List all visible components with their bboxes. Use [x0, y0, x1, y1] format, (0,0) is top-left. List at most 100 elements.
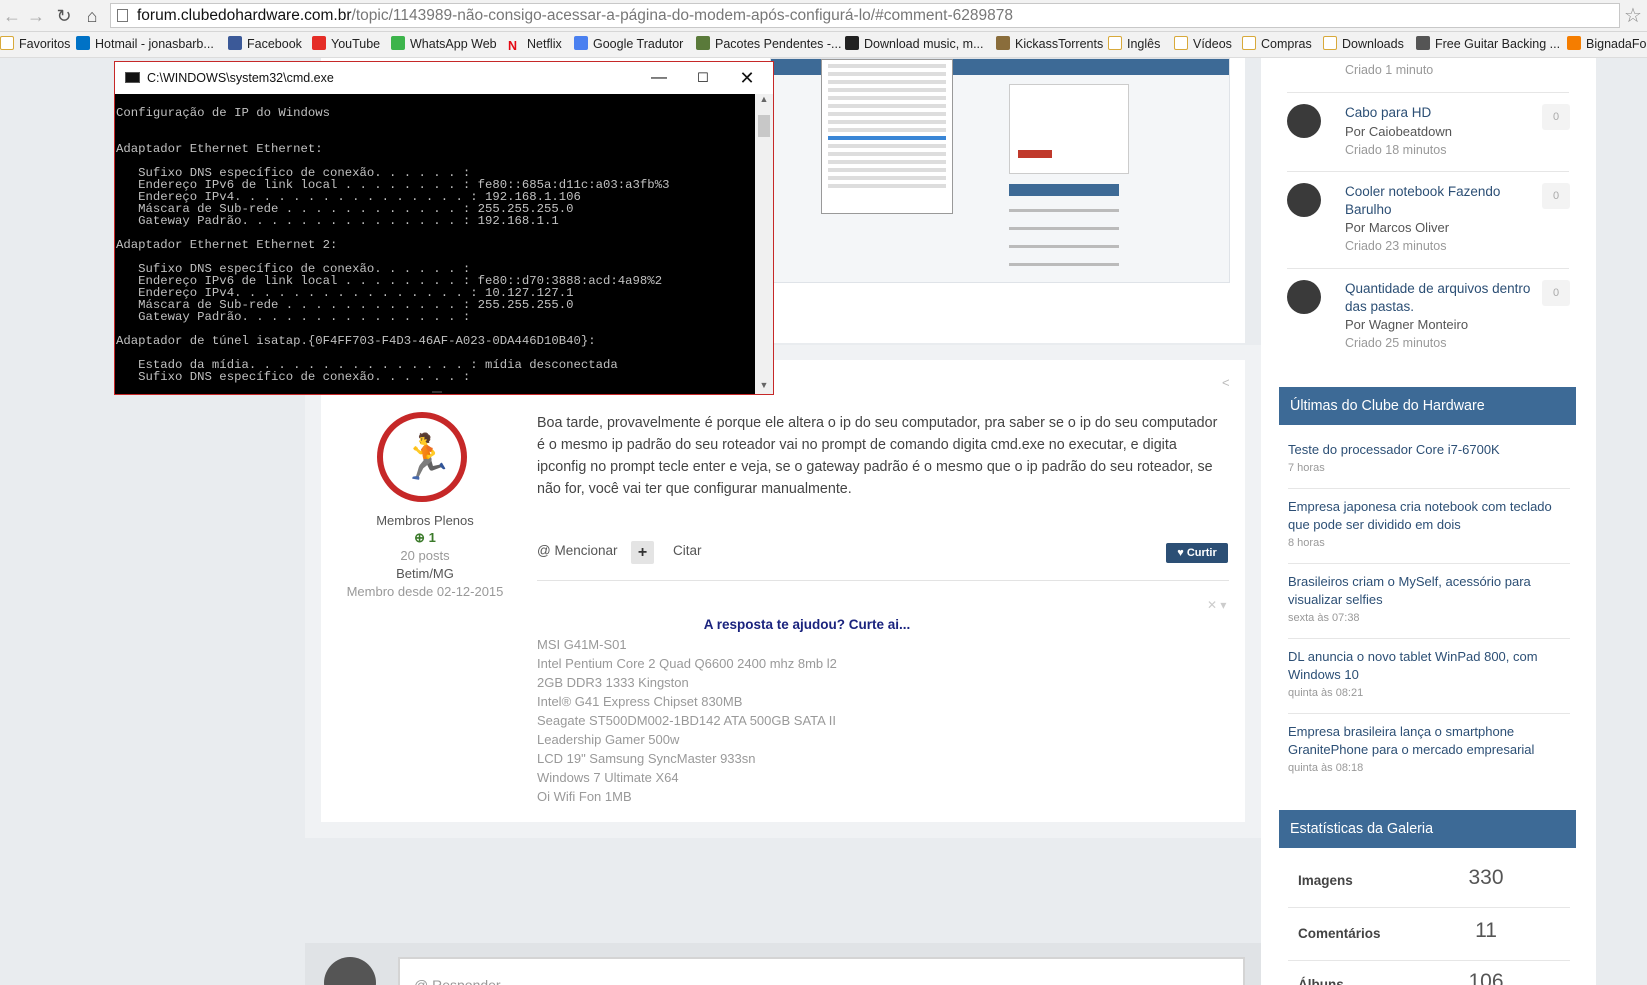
back-arrow-icon[interactable]: ←: [0, 4, 24, 28]
divider: [1288, 713, 1570, 714]
minimize-icon[interactable]: —: [637, 65, 681, 91]
news-title[interactable]: DL anuncia o novo tablet WinPad 800, com…: [1288, 648, 1558, 684]
news-time: quinta às 08:21: [1288, 687, 1364, 699]
bookmark-facebook[interactable]: Facebook: [228, 36, 302, 53]
cmd-app-icon: [125, 72, 140, 83]
console-line: Sufixo DNS específico de conexão. . . . …: [116, 370, 471, 384]
author-avatar[interactable]: 🏃: [377, 412, 467, 502]
bookmark-star-icon[interactable]: ☆: [1624, 3, 1642, 28]
scroll-up-arrow-icon[interactable]: ▲: [755, 94, 773, 104]
news-title[interactable]: Empresa japonesa cria notebook com tecla…: [1288, 498, 1558, 534]
divider: [1288, 960, 1570, 961]
running-man-icon: 🏃: [399, 433, 454, 482]
console-line: Gateway Padrão. . . . . . . . . . . . . …: [116, 310, 471, 324]
scroll-down-arrow-icon[interactable]: ▼: [755, 380, 773, 390]
topic-author: Por Marcos Oliver: [1345, 220, 1450, 235]
news-item[interactable]: Empresa brasileira lança o smartphone Gr…: [1288, 723, 1558, 774]
stats-box-heading: Estatísticas da Galeria: [1279, 810, 1576, 848]
reply-input[interactable]: @ Responder: [398, 957, 1245, 985]
news-time: quinta às 08:18: [1288, 762, 1364, 774]
bookmark-bignada[interactable]: BignadaFor: [1567, 36, 1647, 53]
bookmark-compras[interactable]: Compras: [1242, 36, 1312, 53]
kickass-icon: [996, 36, 1010, 50]
signature-line: Windows 7 Ultimate X64: [537, 770, 679, 785]
console-line: Gateway Padrão. . . . . . . . . . . . . …: [116, 214, 559, 228]
reload-icon[interactable]: ↻: [52, 4, 76, 28]
bookmark-kickass[interactable]: KickassTorrents: [996, 36, 1103, 53]
news-item[interactable]: Empresa japonesa cria notebook com tecla…: [1288, 498, 1558, 549]
address-bar[interactable]: forum.clubedohardware.com.br/topic/11439…: [110, 3, 1620, 28]
topic-title[interactable]: Quantidade de arquivos dentro das pastas…: [1345, 280, 1535, 316]
bookmark-favoritos[interactable]: Favoritos: [0, 36, 70, 53]
scrollbar-thumb[interactable]: [758, 115, 770, 137]
blogger-icon: [1567, 36, 1581, 50]
bookmark-label: Compras: [1261, 37, 1312, 51]
bookmark-youtube[interactable]: YouTube: [312, 36, 380, 53]
topic-title[interactable]: Cooler notebook Fazendo Barulho: [1345, 183, 1535, 219]
bookmark-label: Download music, m...: [864, 37, 984, 51]
console-line: Adaptador Ethernet Ethernet:: [116, 142, 323, 156]
bookmark-guitar[interactable]: Free Guitar Backing ...: [1416, 36, 1560, 53]
bookmark-label: Downloads: [1342, 37, 1404, 51]
news-title[interactable]: Empresa brasileira lança o smartphone Gr…: [1288, 723, 1558, 759]
forward-arrow-icon[interactable]: →: [24, 4, 48, 28]
browser-toolbar: ← → ↻ ⌂ forum.clubedohardware.com.br/top…: [0, 0, 1647, 32]
page-icon: [117, 9, 128, 22]
bookmark-google-tradutor[interactable]: Google Tradutor: [574, 36, 683, 53]
hide-signature-icon[interactable]: ✕ ▾: [1207, 598, 1226, 612]
bookmark-netflix[interactable]: N Netflix: [508, 36, 562, 53]
folder-icon: [1174, 36, 1188, 50]
news-item[interactable]: Teste do processador Core i7-6700K 7 hor…: [1288, 441, 1558, 474]
reputation-value: 1: [428, 530, 436, 545]
bookmark-downloads[interactable]: Downloads: [1323, 36, 1404, 53]
cmd-window[interactable]: C:\WINDOWS\system32\cmd.exe — ☐ ✕ Config…: [114, 61, 774, 395]
bookmark-label: Hotmail - jonasbarb...: [95, 37, 214, 51]
bookmark-whatsapp[interactable]: WhatsApp Web: [391, 36, 497, 53]
signature-line: Seagate ST500DM002-1BD142 ATA 500GB SATA…: [537, 713, 836, 728]
topic-created-time: Criado 1 minuto: [1345, 63, 1434, 77]
quote-button[interactable]: Citar: [673, 543, 702, 558]
news-time: 8 horas: [1288, 537, 1325, 549]
screenshot-dialog: [821, 59, 953, 214]
cmd-console-output[interactable]: Configuração de IP do Windows Adaptador …: [115, 94, 755, 394]
reply-count-badge: 0: [1542, 104, 1570, 130]
cmd-window-title: C:\WINDOWS\system32\cmd.exe: [147, 71, 334, 85]
cmd-titlebar[interactable]: C:\WINDOWS\system32\cmd.exe — ☐ ✕: [115, 62, 773, 94]
whatsapp-icon: [391, 36, 405, 50]
home-icon[interactable]: ⌂: [80, 4, 104, 28]
user-avatar: [1287, 280, 1321, 314]
cmd-scrollbar[interactable]: ▲ ▼: [755, 94, 773, 394]
stat-label: Comentários: [1298, 926, 1381, 941]
bookmark-ingles[interactable]: Inglês: [1108, 36, 1160, 53]
maximize-icon[interactable]: ☐: [681, 65, 725, 91]
like-button[interactable]: ♥ Curtir: [1166, 543, 1228, 563]
divider: [1288, 488, 1570, 489]
post-screenshot-image[interactable]: [770, 58, 1230, 283]
reply-count-badge: 0: [1542, 280, 1570, 306]
bookmark-pacotes[interactable]: Pacotes Pendentes -...: [696, 36, 841, 53]
multiquote-plus-button[interactable]: +: [631, 541, 654, 564]
topic-title[interactable]: Cabo para HD: [1345, 104, 1535, 122]
mention-button[interactable]: @ Mencionar: [537, 543, 618, 558]
user-avatar: [1287, 104, 1321, 138]
folder-icon: [1323, 36, 1337, 50]
topic-time: Criado 23 minutos: [1345, 239, 1447, 253]
news-item[interactable]: DL anuncia o novo tablet WinPad 800, com…: [1288, 648, 1558, 699]
download-icon: [845, 36, 859, 50]
guitar-icon: [1416, 36, 1430, 50]
topic-author: Por Caiobeatdown: [1345, 124, 1452, 139]
bookmark-download-music[interactable]: Download music, m...: [845, 36, 983, 53]
bookmark-label: Pacotes Pendentes -...: [715, 37, 842, 51]
bookmark-hotmail[interactable]: Hotmail - jonasbarb...: [76, 36, 214, 53]
bookmark-videos[interactable]: Vídeos: [1174, 36, 1232, 53]
news-title[interactable]: Teste do processador Core i7-6700K: [1288, 441, 1558, 459]
news-title[interactable]: Brasileiros criam o MySelf, acessório pa…: [1288, 573, 1558, 609]
like-label: Curtir: [1186, 547, 1217, 559]
facebook-icon: [228, 36, 242, 50]
bookmark-label: Vídeos: [1193, 37, 1232, 51]
news-item[interactable]: Brasileiros criam o MySelf, acessório pa…: [1288, 573, 1558, 624]
reply-count-badge: 0: [1542, 183, 1570, 209]
news-time: 7 horas: [1288, 462, 1325, 474]
close-icon[interactable]: ✕: [725, 65, 769, 91]
share-icon[interactable]: <: [1222, 375, 1230, 390]
